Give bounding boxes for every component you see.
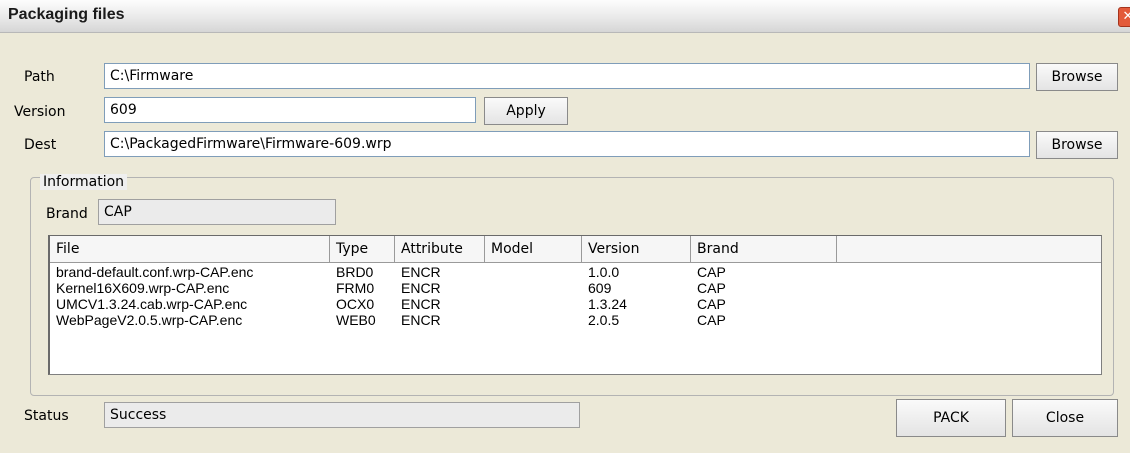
title-bar: Packaging files ✕ [0, 0, 1130, 33]
brand-field: CAP [98, 199, 336, 225]
list-item[interactable]: Kernel16X609.wrp-CAP.enc FRM0 ENCR 609 C… [50, 280, 1101, 296]
cell-type: FRM0 [336, 280, 375, 296]
version-label: Version [14, 104, 66, 120]
column-file[interactable]: File [50, 236, 330, 262]
dest-browse-button[interactable]: Browse [1036, 131, 1118, 159]
cell-file: WebPageV2.0.5.wrp-CAP.enc [56, 312, 243, 328]
cell-type: WEB0 [336, 312, 376, 328]
column-brand[interactable]: Brand [691, 236, 837, 262]
cell-file: brand-default.conf.wrp-CAP.enc [56, 264, 254, 280]
brand-label: Brand [46, 206, 88, 222]
close-icon[interactable]: ✕ [1118, 7, 1130, 27]
cell-file: UMCV1.3.24.cab.wrp-CAP.enc [56, 296, 248, 312]
status-label: Status [24, 408, 69, 424]
cell-brand: CAP [697, 296, 726, 312]
file-list[interactable]: File Type Attribute Model Version Brand … [48, 235, 1102, 375]
version-input[interactable]: 609 [104, 97, 476, 123]
pack-button[interactable]: PACK [896, 399, 1006, 437]
cell-version: 609 [588, 280, 612, 296]
cell-attribute: ENCR [401, 312, 441, 328]
cell-version: 2.0.5 [588, 312, 620, 328]
cell-file: Kernel16X609.wrp-CAP.enc [56, 280, 230, 296]
status-field: Success [104, 402, 580, 428]
cell-brand: CAP [697, 312, 726, 328]
path-label: Path [24, 69, 55, 85]
dest-label: Dest [24, 137, 57, 153]
list-item[interactable]: UMCV1.3.24.cab.wrp-CAP.enc OCX0 ENCR 1.3… [50, 296, 1101, 312]
list-item[interactable]: WebPageV2.0.5.wrp-CAP.enc WEB0 ENCR 2.0.… [50, 312, 1101, 328]
dest-input[interactable]: C:\PackagedFirmware\Firmware-609.wrp [104, 131, 1030, 157]
cell-attribute: ENCR [401, 264, 441, 280]
cell-attribute: ENCR [401, 296, 441, 312]
close-button[interactable]: Close [1012, 399, 1118, 437]
column-attribute[interactable]: Attribute [395, 236, 485, 262]
column-model[interactable]: Model [485, 236, 582, 262]
column-version[interactable]: Version [582, 236, 691, 262]
information-legend: Information [40, 174, 128, 190]
apply-button[interactable]: Apply [484, 97, 568, 125]
cell-brand: CAP [697, 264, 726, 280]
cell-version: 1.3.24 [588, 296, 627, 312]
path-input[interactable]: C:\Firmware [104, 63, 1030, 89]
path-browse-button[interactable]: Browse [1036, 63, 1118, 91]
file-list-header: File Type Attribute Model Version Brand [50, 236, 1101, 263]
column-extra[interactable] [837, 236, 1101, 262]
cell-brand: CAP [697, 280, 726, 296]
list-item[interactable]: brand-default.conf.wrp-CAP.enc BRD0 ENCR… [50, 264, 1101, 280]
cell-version: 1.0.0 [588, 264, 620, 280]
cell-type: OCX0 [336, 296, 375, 312]
window-title: Packaging files [8, 6, 125, 23]
cell-attribute: ENCR [401, 280, 441, 296]
cell-type: BRD0 [336, 264, 374, 280]
column-type[interactable]: Type [330, 236, 395, 262]
